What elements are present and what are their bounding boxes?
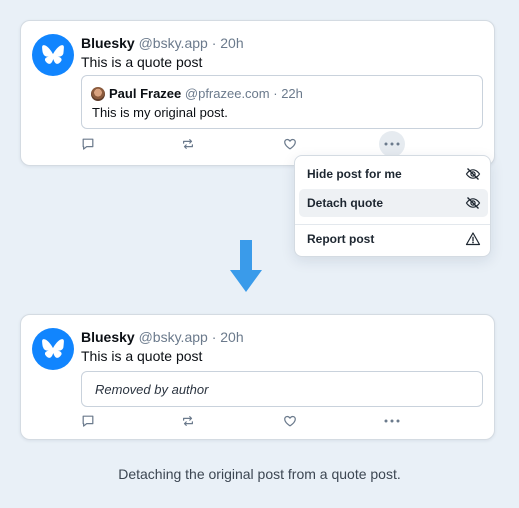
removed-quote-placeholder: Removed by author xyxy=(81,371,483,407)
more-options-icon xyxy=(384,419,400,423)
quoted-author-display-name: Paul Frazee xyxy=(109,86,182,101)
repost-button[interactable] xyxy=(178,134,198,154)
quoted-post-timestamp: · 22h xyxy=(273,86,303,101)
menu-item-label: Hide post for me xyxy=(307,167,402,181)
down-arrow-icon xyxy=(230,240,262,292)
quoted-author-avatar xyxy=(91,87,105,101)
quoted-post-embed[interactable]: Paul Frazee @pfrazee.com · 22h This is m… xyxy=(81,75,483,129)
quoted-post-text: This is my original post. xyxy=(92,105,228,120)
reply-icon xyxy=(82,138,94,150)
more-options-button[interactable] xyxy=(379,408,405,434)
butterfly-logo-icon xyxy=(42,45,64,64)
menu-item-label: Report post xyxy=(307,232,375,246)
quoted-author-handle: @pfrazee.com xyxy=(184,86,270,101)
like-icon xyxy=(284,138,296,150)
repost-button[interactable] xyxy=(178,411,198,431)
post-header: Bluesky @bsky.app · 20h xyxy=(81,329,244,345)
repost-icon xyxy=(183,139,193,149)
like-button[interactable] xyxy=(280,134,300,154)
bluesky-avatar[interactable] xyxy=(32,328,74,370)
reply-button[interactable] xyxy=(78,411,98,431)
warning-triangle-icon xyxy=(465,232,481,246)
more-options-icon xyxy=(384,142,400,146)
figure-caption: Detaching the original post from a quote… xyxy=(118,466,401,482)
removed-by-author-text: Removed by author xyxy=(95,382,209,397)
bluesky-avatar[interactable] xyxy=(32,34,74,76)
post-header: Bluesky @bsky.app · 20h xyxy=(81,35,244,51)
author-display-name[interactable]: Bluesky xyxy=(81,35,135,51)
reply-icon xyxy=(82,415,94,427)
post-text: This is a quote post xyxy=(81,54,203,70)
menu-item-detach-quote[interactable]: Detach quote xyxy=(299,189,488,217)
author-display-name[interactable]: Bluesky xyxy=(81,329,135,345)
menu-item-hide-post[interactable]: Hide post for me xyxy=(299,160,488,188)
post-timestamp[interactable]: · 20h xyxy=(212,329,244,345)
butterfly-logo-icon xyxy=(42,339,64,358)
quoted-post-header: Paul Frazee @pfrazee.com · 22h xyxy=(109,86,303,101)
reply-button[interactable] xyxy=(78,134,98,154)
eye-slash-icon xyxy=(465,197,481,209)
more-options-button[interactable] xyxy=(379,131,405,157)
quote-post-card[interactable]: Bluesky @bsky.app · 20h This is a quote … xyxy=(20,20,495,166)
menu-item-report-post[interactable]: Report post xyxy=(299,225,488,253)
repost-icon xyxy=(183,416,193,426)
quote-post-card-detached[interactable]: Bluesky @bsky.app · 20h This is a quote … xyxy=(20,314,495,440)
like-button[interactable] xyxy=(280,411,300,431)
author-handle[interactable]: @bsky.app xyxy=(139,329,208,345)
eye-slash-icon xyxy=(465,168,481,180)
like-icon xyxy=(284,415,296,427)
post-text: This is a quote post xyxy=(81,348,203,364)
post-options-menu: Hide post for me Detach quote Report pos… xyxy=(294,155,491,257)
author-handle[interactable]: @bsky.app xyxy=(139,35,208,51)
menu-item-label: Detach quote xyxy=(307,196,384,210)
post-timestamp[interactable]: · 20h xyxy=(212,35,244,51)
